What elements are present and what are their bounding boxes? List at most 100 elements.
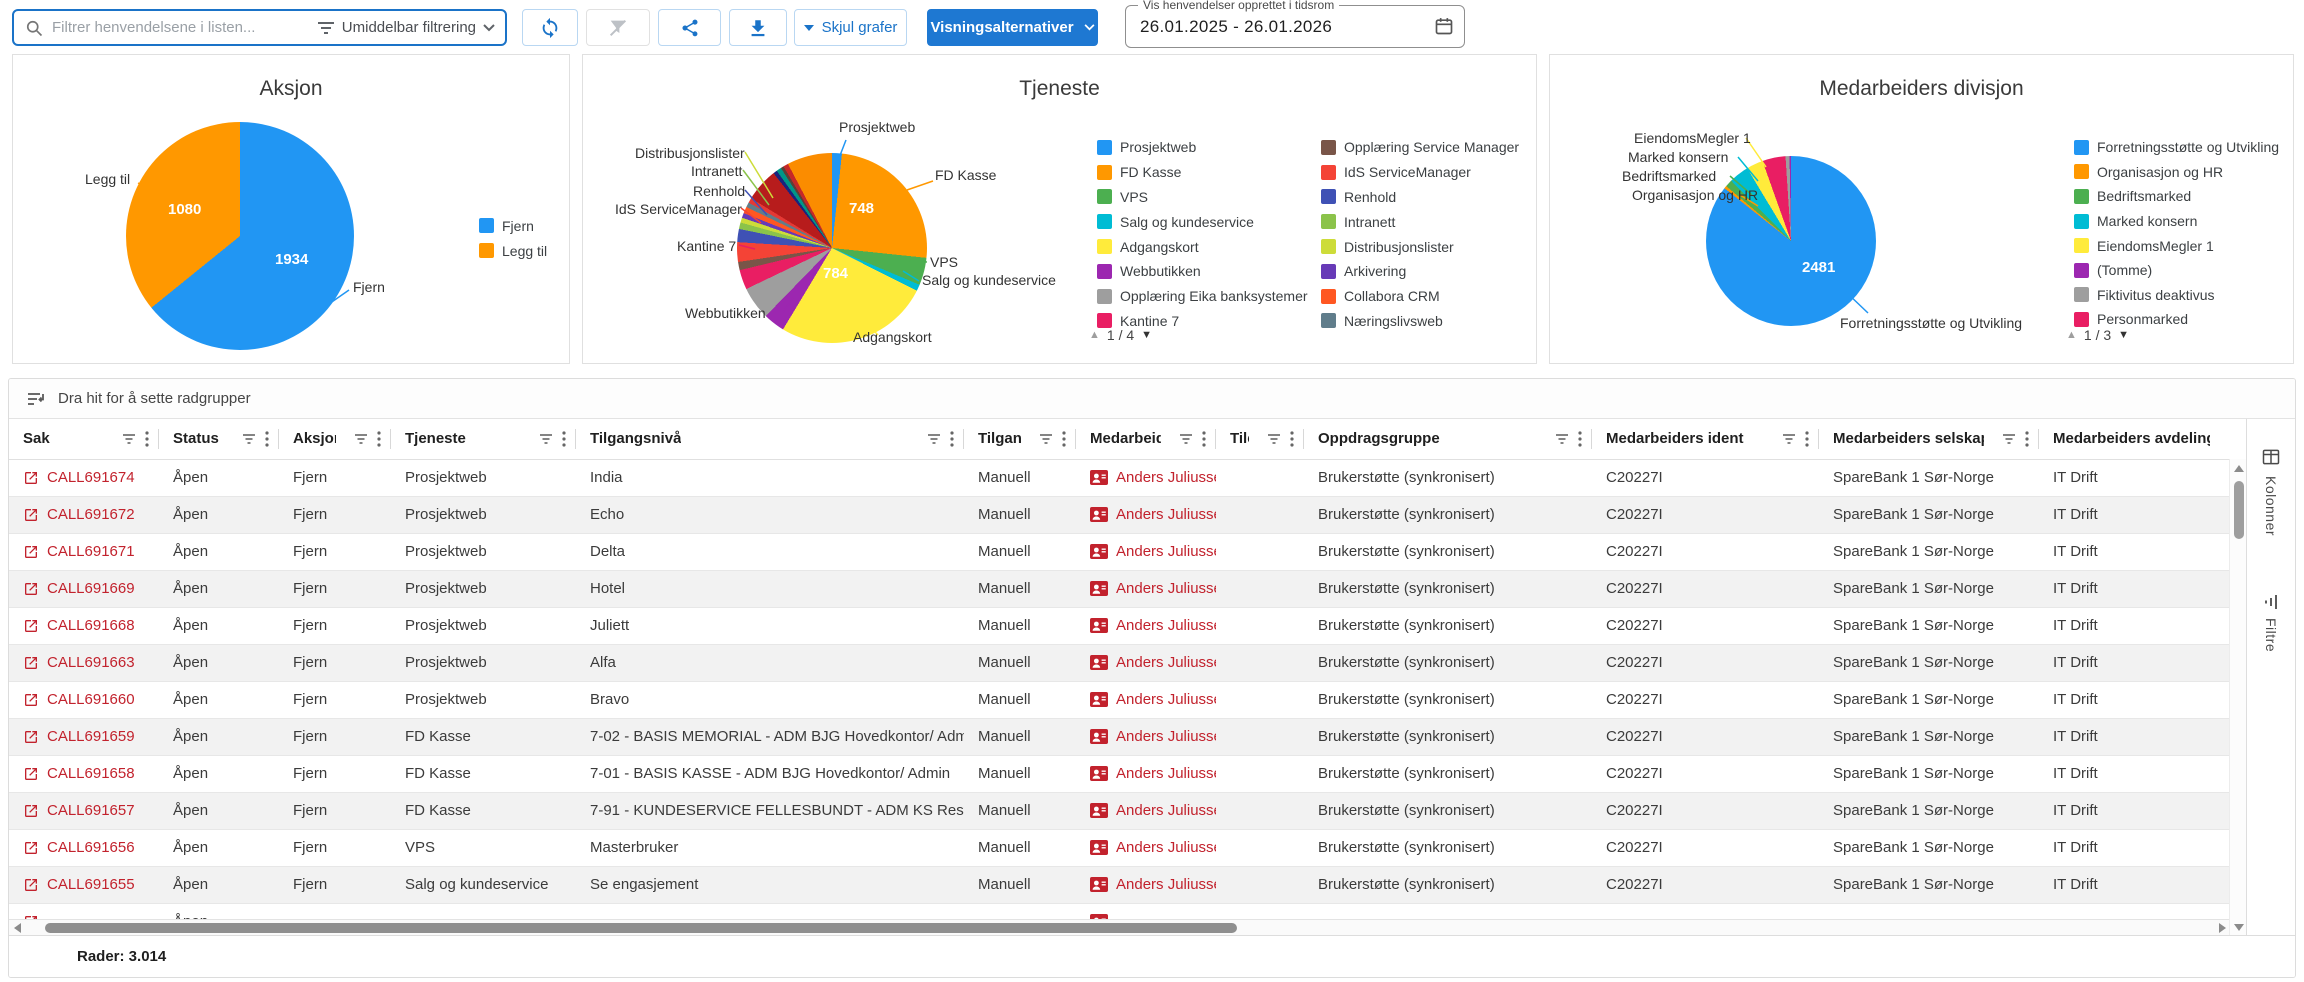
column-header-tjeneste[interactable]: Tjeneste: [391, 419, 576, 459]
employee-link[interactable]: Anders Juliussen: [1116, 765, 1216, 782]
legend-item[interactable]: Bedriftsm​arked: [2074, 184, 2279, 209]
column-filter-icon[interactable]: [1555, 433, 1569, 445]
open-case-icon[interactable]: [23, 877, 39, 893]
employee-link[interactable]: Anders Juliussen: [1116, 617, 1216, 634]
legend-item[interactable]: Adgangskort: [1097, 234, 1321, 259]
case-link[interactable]: CALL691668: [47, 617, 135, 634]
legend-item[interactable]: FD Kasse: [1097, 160, 1321, 185]
table-row[interactable]: Åpen: [9, 903, 2229, 919]
open-case-icon[interactable]: [23, 655, 39, 671]
legend-item[interactable]: Fjern: [479, 213, 547, 238]
employee-link[interactable]: Anders Juliussen: [1116, 469, 1216, 486]
share-button[interactable]: [658, 9, 721, 46]
employee-link[interactable]: Anders Juliussen: [1116, 543, 1216, 560]
case-link[interactable]: CALL691655: [47, 876, 135, 893]
table-row[interactable]: CALL691656ÅpenFjernVPSMasterbrukerManuel…: [9, 829, 2229, 866]
tab-filters[interactable]: Filtre: [2247, 595, 2295, 652]
case-link[interactable]: CALL691671: [47, 543, 135, 560]
open-case-icon[interactable]: [23, 729, 39, 745]
legend-item[interactable]: Fiktivitus deaktivus: [2074, 283, 2279, 308]
table-row[interactable]: CALL691672ÅpenFjernProsjektwebEchoManuel…: [9, 496, 2229, 533]
column-filter-icon[interactable]: [242, 433, 256, 445]
download-button[interactable]: [729, 9, 787, 46]
employee-link[interactable]: Anders Juliussen: [1116, 802, 1216, 819]
open-case-icon[interactable]: [23, 581, 39, 597]
legend-item[interactable]: Webbutikken: [1097, 259, 1321, 284]
table-row[interactable]: CALL691657ÅpenFjernFD Kasse7-91 - KUNDES…: [9, 792, 2229, 829]
open-case-icon[interactable]: [23, 544, 39, 560]
pie-chart-aksjon[interactable]: [126, 122, 354, 350]
open-case-icon[interactable]: [23, 470, 39, 486]
column-filter-icon[interactable]: [539, 433, 553, 445]
open-case-icon[interactable]: [23, 618, 39, 634]
scroll-right-icon[interactable]: [2219, 923, 2226, 933]
legend-item[interactable]: (Tomme): [2074, 258, 2279, 283]
legend-item[interactable]: Renhold: [1321, 185, 1545, 210]
legend-item[interactable]: Salg og kundeservice: [1097, 209, 1321, 234]
column-header-oppdragsgruppe[interactable]: Oppdragsgruppe: [1304, 419, 1592, 459]
employee-card-icon[interactable]: [1090, 581, 1108, 596]
column-filter-icon[interactable]: [1782, 433, 1796, 445]
open-case-icon[interactable]: [23, 766, 39, 782]
column-menu-icon[interactable]: [1805, 431, 1809, 447]
case-link[interactable]: CALL691656: [47, 839, 135, 856]
column-filter-icon[interactable]: [2002, 433, 2016, 445]
legend-page-down-icon[interactable]: ▼: [2118, 329, 2129, 341]
column-menu-icon[interactable]: [265, 431, 269, 447]
column-header-tilgangsniv-[interactable]: Tilgangsnivå: [576, 419, 964, 459]
pie-chart-medarbeiders-divisjon[interactable]: [1706, 156, 1876, 326]
table-row[interactable]: CALL691660ÅpenFjernProsjektwebBravoManue…: [9, 681, 2229, 718]
horizontal-scrollbar[interactable]: [9, 919, 2229, 935]
employee-card-icon[interactable]: [1090, 877, 1108, 892]
legend-item[interactable]: Intranett: [1321, 209, 1545, 234]
column-header-medarbeider[interactable]: Medarbeider: [1076, 419, 1216, 459]
column-menu-icon[interactable]: [950, 431, 954, 447]
clear-filter-button[interactable]: [586, 9, 650, 46]
case-link[interactable]: CALL691660: [47, 691, 135, 708]
legend-item[interactable]: Legg til: [479, 238, 547, 263]
legend-page-down-icon[interactable]: ▼: [1141, 329, 1152, 341]
column-header-status[interactable]: Status: [159, 419, 279, 459]
open-case-icon[interactable]: [23, 507, 39, 523]
table-row[interactable]: CALL691663ÅpenFjernProsjektwebAlfaManuel…: [9, 644, 2229, 681]
employee-card-icon[interactable]: [1090, 729, 1108, 744]
employee-link[interactable]: Anders Juliussen: [1116, 839, 1216, 856]
employee-link[interactable]: Anders Juliussen: [1116, 580, 1216, 597]
hide-charts-button[interactable]: Skjul grafer: [794, 9, 907, 46]
employee-link[interactable]: Anders Juliussen: [1116, 876, 1216, 893]
case-link[interactable]: CALL691672: [47, 506, 135, 523]
legend-item[interactable]: Prosjektweb: [1097, 135, 1321, 160]
column-menu-icon[interactable]: [1290, 431, 1294, 447]
case-link[interactable]: CALL691659: [47, 728, 135, 745]
legend-item[interactable]: EiendomsMegler 1: [2074, 233, 2279, 258]
column-menu-icon[interactable]: [1062, 431, 1066, 447]
column-menu-icon[interactable]: [377, 431, 381, 447]
legend-item[interactable]: Distribusjonslister: [1321, 234, 1545, 259]
table-row[interactable]: CALL691658ÅpenFjernFD Kasse7-01 - BASIS …: [9, 755, 2229, 792]
employee-link[interactable]: Anders Juliussen: [1116, 691, 1216, 708]
scroll-up-icon[interactable]: [2234, 465, 2244, 472]
column-filter-icon[interactable]: [1267, 433, 1281, 445]
calendar-icon[interactable]: [1434, 16, 1454, 36]
legend-page-up-icon[interactable]: ▲: [2066, 329, 2077, 341]
column-header-sak[interactable]: Sak: [9, 419, 159, 459]
legend-item[interactable]: Næringslivsweb: [1321, 309, 1545, 334]
column-menu-icon[interactable]: [1202, 431, 1206, 447]
table-row[interactable]: CALL691669ÅpenFjernProsjektwebHotelManue…: [9, 570, 2229, 607]
column-header-medarbeiders-selskap[interactable]: Medarbeiders selskap: [1819, 419, 2039, 459]
row-group-dropzone[interactable]: Dra hit for å sette radgrupper: [9, 379, 2295, 419]
column-header-medarbeiders-avdeling[interactable]: Medarbeiders avdeling: [2039, 419, 2229, 459]
vertical-scroll-thumb[interactable]: [2234, 481, 2244, 539]
table-row[interactable]: CALL691668ÅpenFjernProsjektwebJuliettMan…: [9, 607, 2229, 644]
column-filter-icon[interactable]: [122, 433, 136, 445]
column-filter-icon[interactable]: [927, 433, 941, 445]
date-range-field[interactable]: Vis henvendelser opprettet i tidsrom 26.…: [1125, 5, 1465, 48]
employee-card-icon[interactable]: [1090, 470, 1108, 485]
employee-card-icon[interactable]: [1090, 840, 1108, 855]
case-link[interactable]: CALL691674: [47, 469, 135, 486]
open-case-icon[interactable]: [23, 803, 39, 819]
vertical-scrollbar[interactable]: [2229, 459, 2247, 935]
open-case-icon[interactable]: [23, 692, 39, 708]
employee-card-icon[interactable]: [1090, 544, 1108, 559]
legend-item[interactable]: Collabora CRM: [1321, 284, 1545, 309]
